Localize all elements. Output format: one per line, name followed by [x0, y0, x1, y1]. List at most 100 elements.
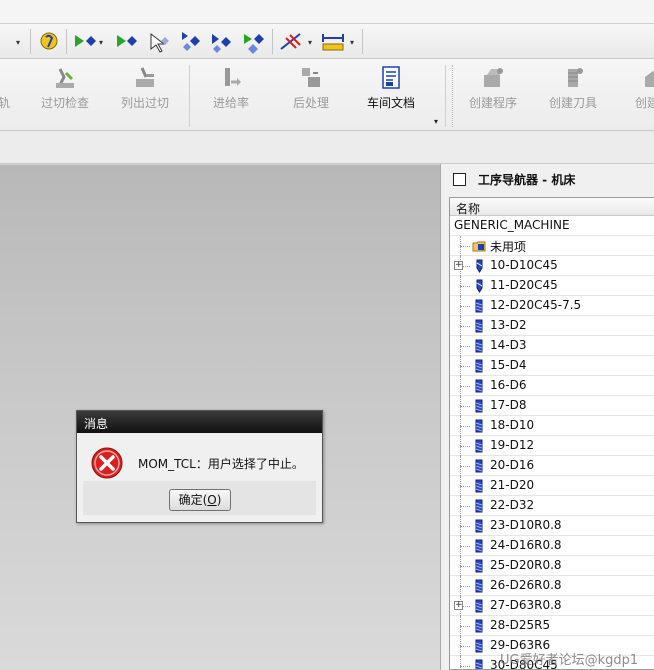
tree-line — [460, 366, 470, 367]
tree-root[interactable]: GENERIC_MACHINE — [450, 216, 654, 236]
ribbon-item-label: 车间文档 — [366, 96, 415, 110]
chevron-down-icon[interactable]: ▾ — [16, 39, 24, 47]
operation-navigator: 工序导航器 - 机床 名称 GENERIC_MACHINE 未用项 +10-D10… — [440, 164, 654, 670]
ok-button[interactable]: 确定(O) — [169, 489, 231, 511]
tree-line — [460, 586, 470, 587]
drill-tool-icon — [472, 259, 486, 273]
create-tool-button[interactable]: 创建刀具 — [542, 59, 604, 119]
tree-row[interactable]: 25-D20R0.8 — [450, 556, 654, 576]
chevron-down-icon[interactable]: ▾ — [99, 39, 107, 47]
measure-icon[interactable] — [320, 29, 346, 55]
generate-toolpath-icon[interactable] — [72, 29, 98, 55]
mill-tool-icon — [472, 359, 486, 373]
ribbon-group-dropdown-icon[interactable]: ▾ — [434, 117, 438, 126]
tree-row[interactable]: 19-D12 — [450, 436, 654, 456]
tree-line — [460, 626, 470, 627]
shop-docs-button[interactable]: 车间文档 — [360, 59, 422, 119]
chevron-down-icon[interactable]: ▾ — [308, 39, 316, 47]
tree-line — [460, 386, 470, 387]
tree-row-label: 21-D20 — [490, 478, 535, 492]
tree-row[interactable]: 11-D20C45 — [450, 276, 654, 296]
navigator-pin-checkbox[interactable] — [453, 173, 466, 186]
tree-row-label: 22-D32 — [490, 498, 535, 512]
tree-line — [460, 286, 470, 287]
tree-row-label: 11-D20C45 — [490, 278, 558, 292]
ribbon-item-label: 创建程序 — [468, 96, 517, 110]
list-gouges-icon — [132, 65, 158, 91]
tree-row[interactable]: 13-D2 — [450, 316, 654, 336]
tree-row-label: 13-D2 — [490, 318, 527, 332]
toolpath-button[interactable]: 轨 — [0, 59, 20, 119]
tree-line — [460, 466, 470, 467]
tree-row[interactable]: 20-D16 — [450, 456, 654, 476]
verify-3d-icon[interactable] — [240, 29, 266, 55]
tool-path-wizard-icon[interactable] — [36, 29, 62, 55]
tree-row[interactable]: 16-D6 — [450, 376, 654, 396]
tree-row[interactable]: +10-D10C45 — [450, 256, 654, 276]
mill-tool-icon — [472, 619, 486, 633]
tree-row-label: 20-D16 — [490, 458, 535, 472]
list-gouges-button[interactable]: 列出过切 — [114, 59, 176, 119]
tree-row-label: 10-D10C45 — [490, 258, 558, 272]
feedrate-button[interactable]: 进给率 — [200, 59, 262, 119]
gouge-check-icon — [52, 65, 78, 91]
chevron-down-icon[interactable]: ▾ — [350, 39, 358, 47]
ribbon-item-label: 过切检查 — [40, 96, 89, 110]
mill-tool-icon — [472, 379, 486, 393]
tree-line — [460, 646, 470, 647]
prev-dropdown-icon[interactable] — [0, 29, 12, 55]
tree-row-label: 26-D26R0.8 — [490, 578, 562, 592]
tree-line — [460, 486, 470, 487]
expand-toggle-icon[interactable]: + — [454, 601, 463, 610]
tree-row[interactable]: +27-D63R0.8 — [450, 596, 654, 616]
tree-line — [460, 566, 470, 567]
tree-row-label: 16-D6 — [490, 378, 527, 392]
mill-tool-icon — [472, 579, 486, 593]
tree-row[interactable]: 24-D16R0.8 — [450, 536, 654, 556]
tree-row[interactable]: 18-D10 — [450, 416, 654, 436]
mill-tool-icon — [472, 299, 486, 313]
tree-row[interactable]: 12-D20C45-7.5 — [450, 296, 654, 316]
navigator-title: 工序导航器 - 机床 — [478, 173, 576, 187]
create-geometry-button[interactable]: 创建几 — [622, 59, 654, 119]
tree-line — [460, 246, 470, 247]
tree-row[interactable]: 17-D8 — [450, 396, 654, 416]
tree-row[interactable]: 未用项 — [450, 236, 654, 256]
tree-row-label: 15-D4 — [490, 358, 527, 372]
expand-toggle-icon[interactable]: + — [454, 261, 463, 270]
dialog-message: MOM_TCL：用户选择了中止。 — [138, 457, 304, 471]
tab-band — [0, 131, 654, 164]
tree-row-label: 14-D3 — [490, 338, 527, 352]
simulate-icon[interactable] — [208, 29, 234, 55]
mill-tool-icon — [472, 439, 486, 453]
tree-line — [460, 306, 470, 307]
tree-line — [460, 326, 470, 327]
postprocess-button[interactable]: 后处理 — [280, 59, 342, 119]
create-geometry-icon — [640, 65, 654, 91]
mill-tool-icon — [472, 559, 486, 573]
column-header-name[interactable]: 名称 — [450, 198, 654, 216]
error-icon — [90, 446, 124, 480]
list-toolpath-icon[interactable] — [178, 29, 204, 55]
mill-tool-icon — [472, 319, 486, 333]
mill-tool-icon — [472, 499, 486, 513]
tree-row[interactable]: 28-D25R5 — [450, 616, 654, 636]
tree-row[interactable]: 22-D32 — [450, 496, 654, 516]
create-tool-icon — [560, 65, 586, 91]
tree-row[interactable]: 23-D10R0.8 — [450, 516, 654, 536]
dialog-title-bar[interactable]: 消息 — [77, 411, 322, 433]
mill-tool-icon — [472, 519, 486, 533]
icon-toolbar: ▾ ▾ ▾ ▾ — [0, 24, 654, 59]
tree-row[interactable]: 26-D26R0.8 — [450, 576, 654, 596]
tree-line — [460, 546, 470, 547]
tree-row[interactable]: 21-D20 — [450, 476, 654, 496]
replay-toolpath-icon[interactable] — [114, 29, 140, 55]
gouge-check-button[interactable]: 过切检查 — [34, 59, 96, 119]
machine-simulation-icon[interactable] — [278, 29, 304, 55]
ribbon-item-label: 轨 — [0, 96, 10, 110]
tree-row[interactable]: 14-D3 — [450, 336, 654, 356]
verify-toolpath-icon[interactable] — [146, 29, 172, 55]
tree-line — [460, 656, 461, 669]
create-program-button[interactable]: 创建程序 — [462, 59, 524, 119]
tree-row[interactable]: 15-D4 — [450, 356, 654, 376]
